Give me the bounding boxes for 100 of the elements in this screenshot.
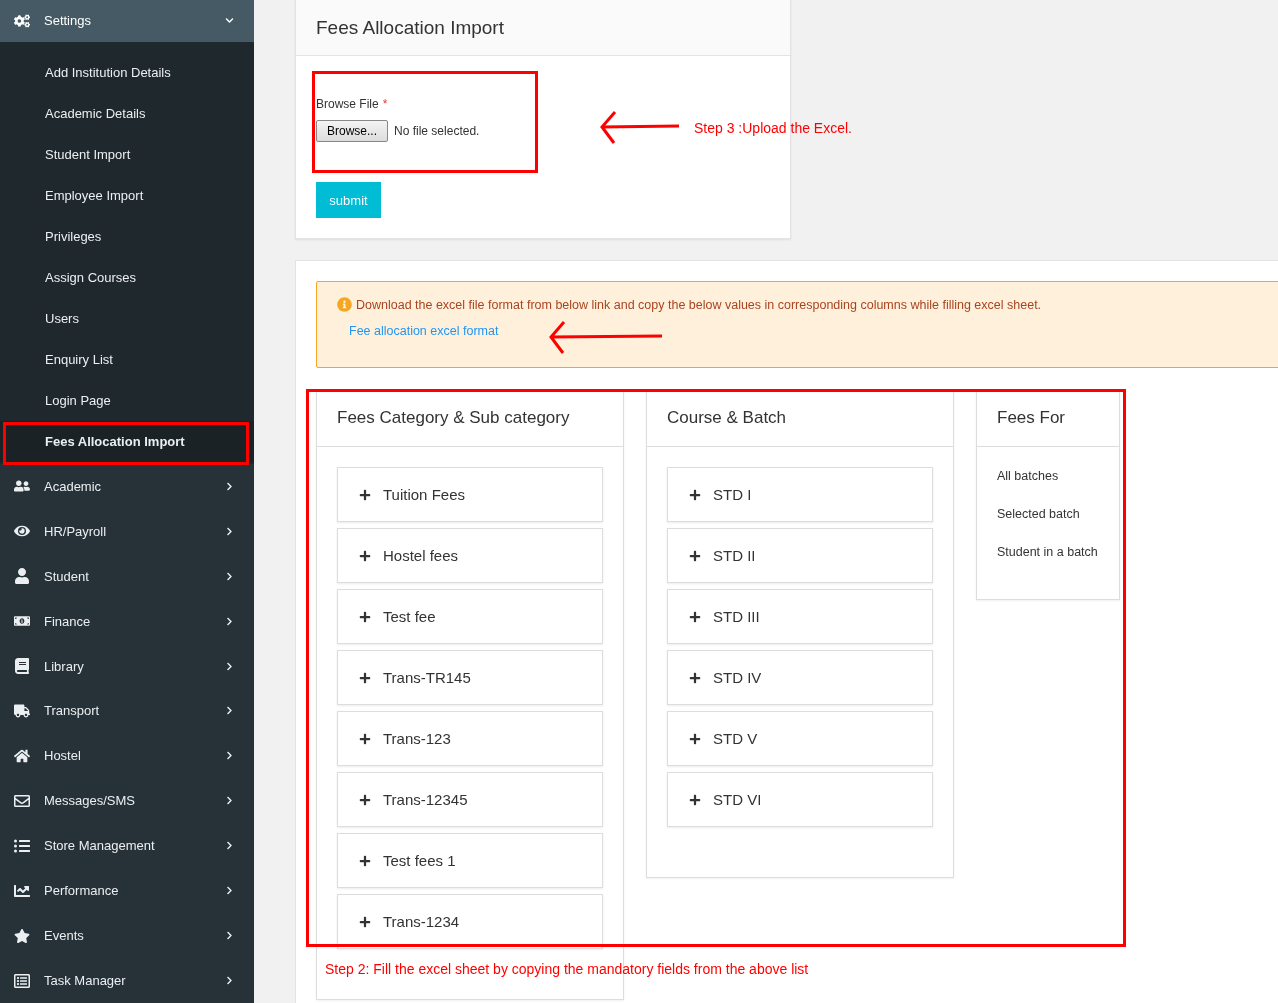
chevron-right-icon [225,796,234,806]
menu-label: HR/Payroll [44,523,108,539]
sidebar-menu-item[interactable]: Transport [0,688,254,734]
chevron-right-icon [225,706,234,716]
menu-label: Events [44,928,85,944]
list-icon [14,972,30,989]
expandable-item[interactable]: STD IV [667,650,933,705]
sidebar-menu-item[interactable]: Hostel [0,733,254,779]
expandable-item[interactable]: Trans-123 [337,711,603,766]
chevron-right-icon [225,976,234,985]
plus-icon [689,732,701,745]
truck-icon [14,703,30,719]
option-text: Student in a batch [997,545,1099,559]
settings-submenu-item[interactable]: Users [0,297,254,339]
chevron-right-icon [225,841,234,851]
sidebar-menu-item[interactable]: Task Manager [0,958,254,1003]
expandable-item[interactable]: STD III [667,589,933,644]
item-label: Trans-TR145 [383,669,471,686]
expandable-item[interactable]: Trans-1234 [337,894,603,949]
item-label: Trans-1234 [383,913,460,930]
sidebar-menu-item[interactable]: Store Management [0,823,254,869]
menu-label: Messages/SMS [44,793,137,809]
plus-icon [359,854,371,867]
star-icon [14,927,30,944]
expandable-item[interactable]: Test fees 1 [337,833,603,888]
plus-icon [689,671,701,684]
sidebar-menu-item[interactable]: Messages/SMS [0,778,254,824]
settings-submenu-item[interactable]: Academic Details [0,92,254,134]
plus-icon [359,549,371,562]
annotation-text: Step 2: Fill the excel sheet by copying the mandatory fields from the above list [325,961,809,977]
menu-label: Hostel [44,748,82,764]
settings-submenu-item[interactable]: Add Institution Details [0,51,254,93]
sidebar-menu-item[interactable]: Library [0,643,254,689]
menu-label: Transport [44,703,101,719]
item-label: Hostel fees [383,547,459,564]
chevron-down-icon [225,16,234,26]
item-label: Trans-123 [383,730,451,747]
expandable-item[interactable]: STD I [667,467,933,522]
field-label: Browse File * [316,97,389,111]
chevron-right-icon [225,481,234,491]
sidebar-menu-item[interactable]: Finance [0,598,254,644]
settings-submenu-item[interactable]: Login Page [0,379,254,421]
plus-icon [689,793,701,806]
plus-icon [359,732,371,745]
settings-submenu-item[interactable]: Enquiry List [0,338,254,380]
chevron-right-icon [225,886,234,896]
settings-menu-header[interactable]: Settings [0,0,254,42]
browse-button[interactable]: Browse... [316,120,388,142]
list-card-title: Course & Batch [667,408,787,428]
menu-label: Finance [44,613,92,629]
settings-label: Settings [44,13,92,29]
sidebar-menu-item[interactable]: Performance [0,868,254,914]
menu-label: Academic [44,478,103,494]
expandable-item[interactable]: Tuition Fees [337,467,603,522]
expandable-item[interactable]: Trans-TR145 [337,650,603,705]
home-icon [14,747,30,764]
menu-label: Performance [44,883,120,899]
sidebar-menu-item[interactable]: Academic [0,463,254,509]
plus-icon [359,915,371,928]
expandable-item[interactable]: STD II [667,528,933,583]
card-title: Fees Allocation Import [316,16,504,39]
plus-icon [689,488,701,501]
expandable-item[interactable]: STD V [667,711,933,766]
envelope-icon [14,792,30,809]
settings-submenu-item[interactable]: Privileges [0,215,254,257]
menu-label: Library [44,658,85,674]
sidebar-menu-item[interactable]: HR/Payroll [0,508,254,554]
settings-submenu-item[interactable]: Student Import [0,133,254,175]
expandable-item[interactable]: Hostel fees [337,528,603,583]
chevron-right-icon [225,571,234,581]
option-text: Selected batch [997,507,1081,521]
item-label: STD VI [713,791,762,808]
chevron-right-icon [225,751,234,761]
settings-submenu-item[interactable]: Assign Courses [0,256,254,298]
annotation-text: Step 3 :Upload the Excel. [694,120,852,136]
expandable-item[interactable]: STD VI [667,772,933,827]
settings-submenu-item[interactable]: Employee Import [0,174,254,216]
user-icon [14,568,30,585]
chevron-right-icon [225,661,234,671]
info-icon [337,297,352,312]
item-label: Test fee [383,608,436,625]
plus-icon [359,671,371,684]
plus-icon [359,793,371,806]
alert-message: Download the excel file format from below link and copy the below values in corresponding columns while filling excel sheet. [356,297,1042,312]
item-label: STD V [713,730,758,747]
expandable-item[interactable]: Test fee [337,589,603,644]
sidebar-menu-item[interactable]: Events [0,913,254,959]
item-label: STD III [713,608,760,625]
sidebar-menu-item[interactable]: Student [0,553,254,599]
chevron-right-icon [225,526,234,536]
plus-icon [689,610,701,623]
chart-icon [14,882,30,899]
option-text: All batches [997,469,1060,483]
item-label: STD IV [713,669,762,686]
required-mark: * [382,97,388,111]
expandable-item[interactable]: Trans-12345 [337,772,603,827]
menu-label: Store Management [44,838,156,854]
file-status: No file selected. [394,124,480,138]
chevron-right-icon [225,616,234,626]
list-card-title: Fees Category & Sub category [337,408,570,428]
